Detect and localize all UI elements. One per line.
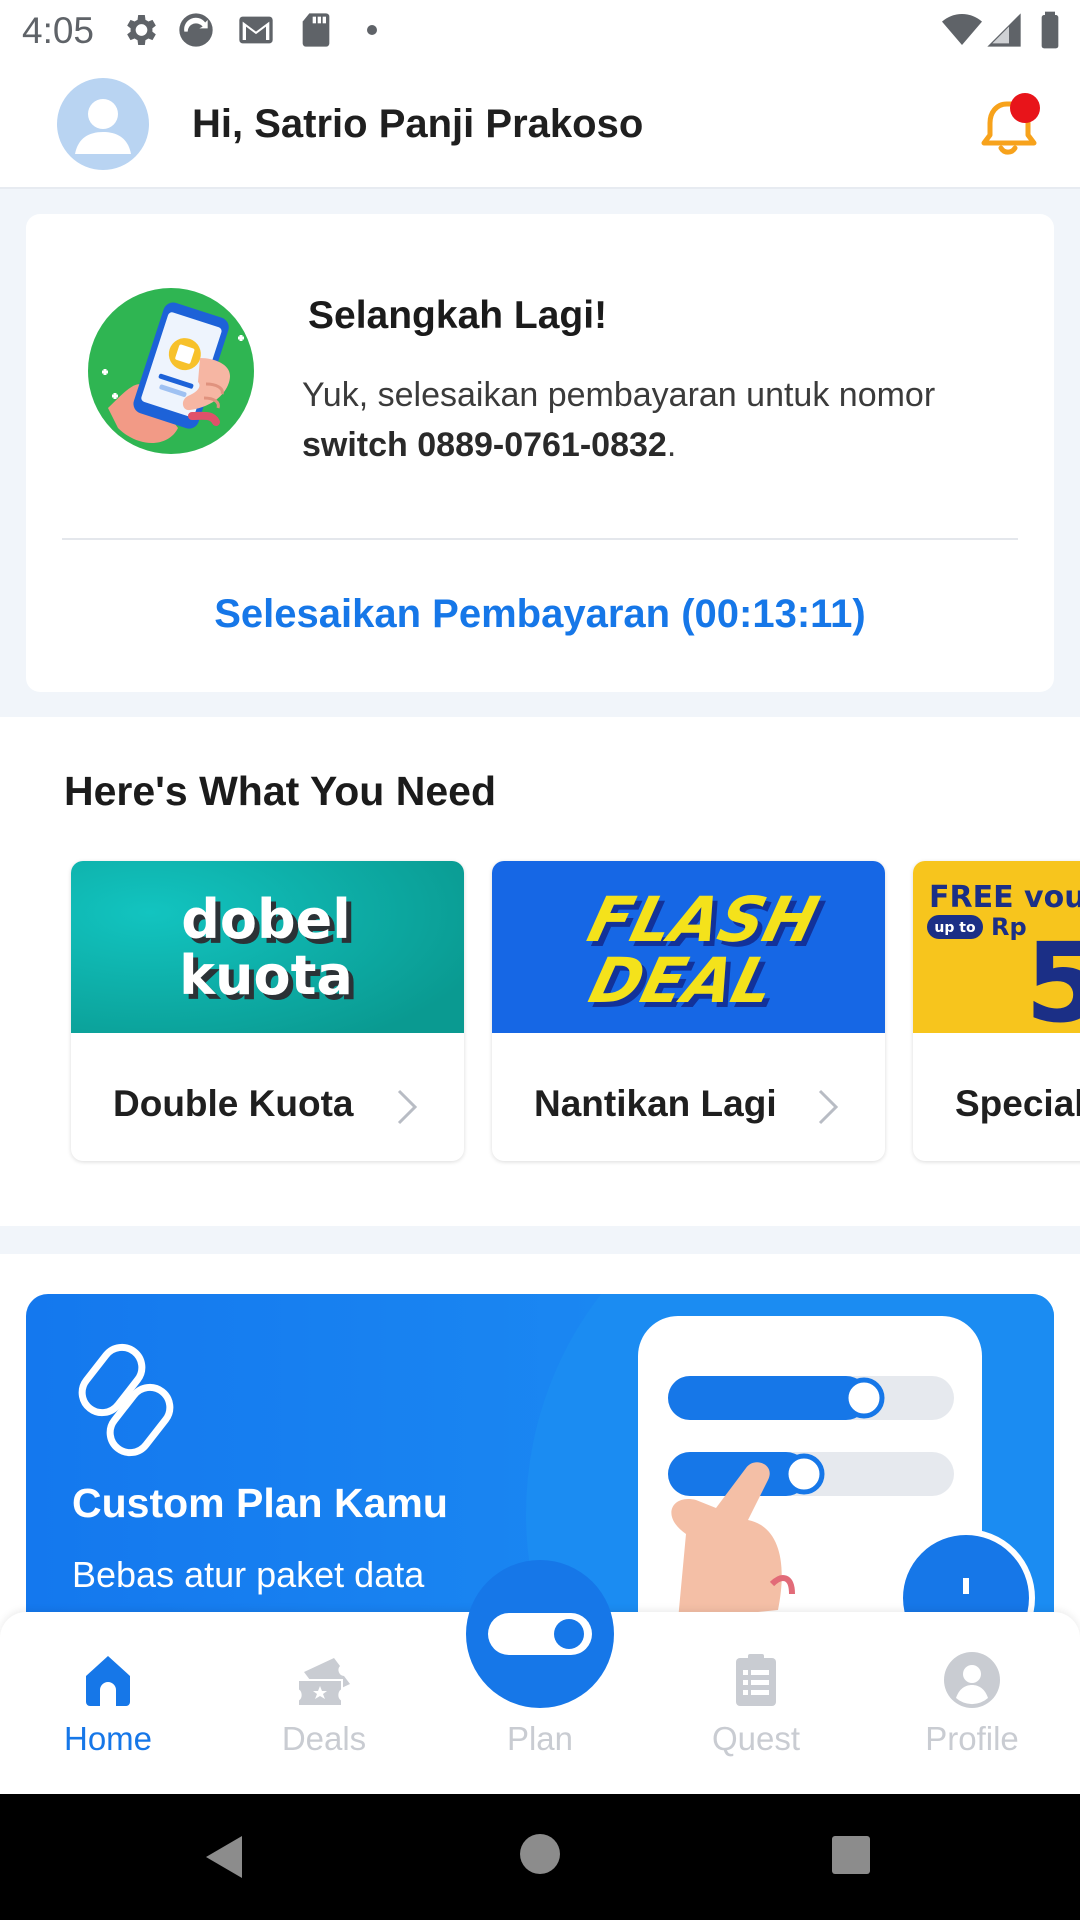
avatar[interactable] (57, 78, 149, 170)
promo-card-special[interactable]: FREE vou up to Rp 5 Special (913, 861, 1080, 1161)
pending-text-suffix: . (666, 426, 677, 464)
notification-bell-icon[interactable] (975, 92, 1045, 162)
banner-text-up-to: up to (934, 920, 976, 936)
chevron-right-icon (397, 1089, 418, 1125)
toggle-icon (488, 1613, 592, 1655)
chevron-right-icon (818, 1089, 839, 1125)
banner-text-free-voucher: FREE vou (929, 880, 1080, 915)
promo-card-double-kuota[interactable]: dobel dobel kuota kuota Double Kuota (71, 861, 464, 1161)
section-divider (0, 1226, 1080, 1254)
battery-icon (1030, 10, 1070, 50)
banner-text-amount: 5 (1025, 919, 1080, 1033)
ticket-icon (297, 1658, 350, 1707)
promo-label: Special (955, 1083, 1080, 1124)
sync-icon (176, 10, 216, 50)
nav-label-deals: Deals (281, 1720, 367, 1757)
profile-icon (944, 1652, 1000, 1708)
banner-text-kuota: kuota (179, 944, 353, 1007)
pending-title: Selangkah Lagi! (308, 294, 608, 337)
app-header: Hi, Satrio Panji Prakoso (0, 62, 1080, 189)
complete-payment-button[interactable]: Selesaikan Pembayaran (00:13:11) (26, 592, 1054, 637)
gmail-icon (236, 10, 276, 50)
greeting-text: Hi, Satrio Panji Prakoso (192, 102, 644, 146)
pending-text-prefix: Yuk, selesaikan pembayaran untuk nomor (302, 376, 936, 414)
signal-icon (984, 10, 1024, 50)
nav-item-deals[interactable]: Deals (216, 1612, 432, 1794)
nav-item-home[interactable]: Home (0, 1612, 216, 1794)
free-voucher-banner: FREE vou up to Rp 5 (913, 861, 1080, 1047)
custom-plan-title: Custom Plan Kamu (72, 1480, 448, 1526)
nav-item-quest[interactable]: Quest (648, 1612, 864, 1794)
dot-icon (352, 10, 392, 50)
pending-payment-card: Selangkah Lagi! Yuk, selesaikan pembayar… (26, 214, 1054, 692)
status-time: 4:05 (22, 10, 95, 51)
pending-phone-number: switch 0889-0761-0832 (302, 426, 667, 464)
home-icon (86, 1656, 130, 1706)
card-divider (62, 538, 1018, 540)
promo-label: Double Kuota (113, 1083, 354, 1124)
promo-label: Nantikan Lagi (534, 1083, 777, 1124)
banner-text-dobel: dobel (181, 888, 351, 951)
banner-text-rp: Rp (991, 913, 1027, 941)
phone-hand-illustration (88, 288, 254, 454)
nav-label-home: Home (63, 1720, 153, 1757)
nav-item-profile[interactable]: Profile (864, 1612, 1080, 1794)
dobel-kuota-banner: dobel dobel kuota kuota (71, 861, 464, 1033)
promo-card-flash-deal[interactable]: FLASH FLASH DEAL DEAL Nantikan Lagi (492, 861, 885, 1161)
nav-label-quest: Quest (711, 1720, 801, 1757)
system-navigation-bar (0, 1794, 1080, 1920)
status-bar: 4:05 (0, 0, 1080, 62)
section-title: Here's What You Need (64, 768, 497, 814)
sd-card-icon (296, 10, 336, 50)
gear-icon (120, 10, 160, 50)
clipboard-list-icon (736, 1654, 776, 1706)
custom-plan-subtitle: Bebas atur paket data (72, 1554, 425, 1595)
pending-description: Yuk, selesaikan pembayaran untuk nomor s… (302, 370, 1022, 470)
wifi-icon (942, 10, 982, 50)
home-circle-icon[interactable] (518, 1832, 562, 1876)
nav-label-plan: Plan (506, 1720, 574, 1757)
plan-fab-button[interactable] (466, 1560, 614, 1708)
banner-text-deal: DEAL (583, 945, 782, 1017)
flash-deal-banner: FLASH FLASH DEAL DEAL (492, 861, 885, 1033)
back-icon[interactable] (200, 1832, 250, 1882)
nav-label-profile: Profile (925, 1720, 1019, 1757)
recents-icon[interactable] (830, 1834, 872, 1876)
